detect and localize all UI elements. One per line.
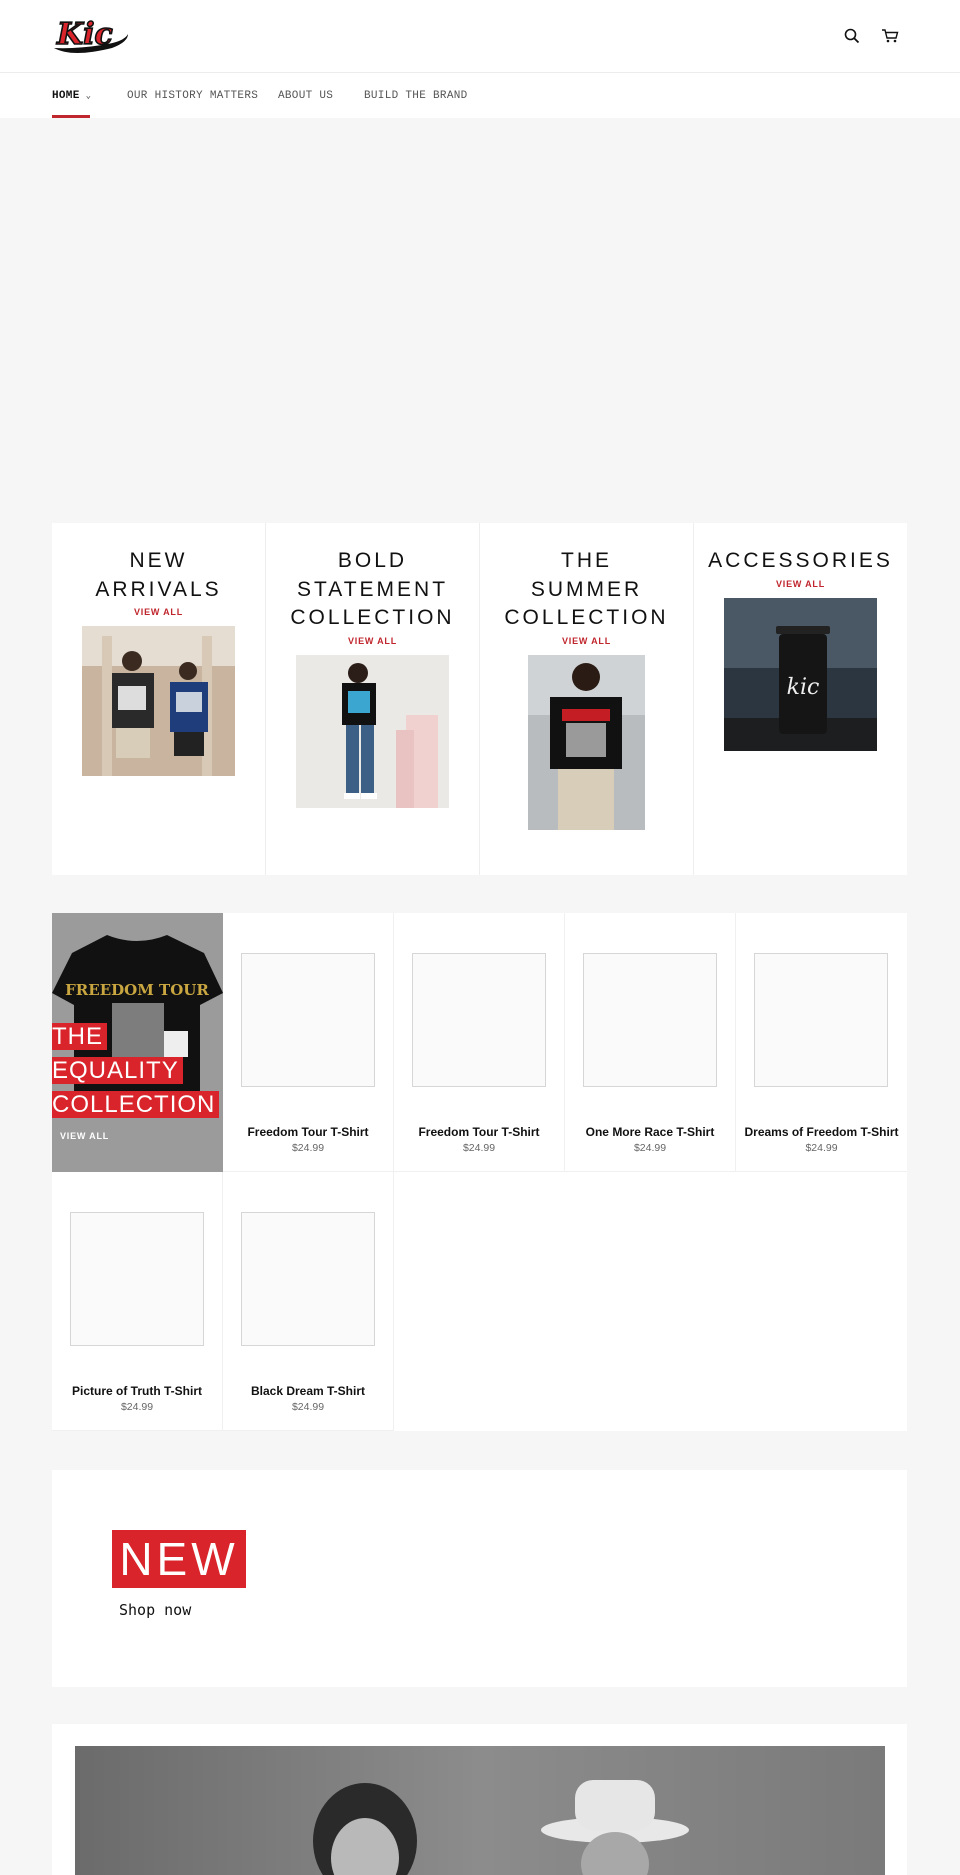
collection-summer[interactable]: THE SUMMER COLLECTION VIEW ALL <box>480 523 694 875</box>
product-card[interactable]: One More Race T-Shirt $24.99 <box>565 913 736 1172</box>
collection-accessories[interactable]: ACCESSORIES VIEW ALL kic <box>694 523 907 875</box>
new-badge[interactable]: NEW <box>112 1530 246 1588</box>
nav-label: HOME <box>52 89 80 102</box>
nav-item-history[interactable]: OUR HISTORY MATTERS <box>127 73 258 118</box>
product-card[interactable]: Freedom Tour T-Shirt $24.99 <box>394 913 565 1172</box>
view-all-link[interactable]: VIEW ALL <box>266 636 479 646</box>
title-line: EQUALITY <box>52 1057 183 1084</box>
shop-now-link[interactable]: Shop now <box>119 1601 191 1619</box>
product-name: Freedom Tour T-Shirt <box>418 1124 540 1139</box>
product-card[interactable]: Picture of Truth T-Shirt $24.99 <box>52 1172 223 1431</box>
collection-image <box>82 626 235 776</box>
product-image-placeholder <box>241 1212 375 1346</box>
product-name: Picture of Truth T-Shirt <box>71 1383 202 1398</box>
product-price: $24.99 <box>805 1142 838 1154</box>
product-card[interactable]: Dreams of Freedom T-Shirt $24.99 <box>736 913 907 1172</box>
nav-label: OUR HISTORY MATTERS <box>127 89 259 102</box>
product-image-placeholder <box>241 953 375 1087</box>
title-line: COLLECTION <box>290 606 455 629</box>
equality-collection-grid: FREEDOM TOUR THE EQUALITY COLLECTION VIE… <box>52 913 907 1431</box>
view-all-link[interactable]: VIEW ALL <box>480 636 693 646</box>
view-all-link[interactable]: VIEW ALL <box>60 1131 109 1141</box>
hero-image <box>75 1746 885 1875</box>
title-line: SUMMER <box>530 577 643 601</box>
product-image-placeholder <box>583 953 717 1087</box>
nav-item-home[interactable]: HOME ⌄ <box>52 73 91 118</box>
cart-icon[interactable] <box>879 25 901 47</box>
nav-label: ABOUT US <box>278 89 334 102</box>
title-line: NEW <box>129 549 188 572</box>
collection-title: BOLD STATEMENT COLLECTION <box>266 547 479 633</box>
featured-collection-title: THE EQUALITY COLLECTION <box>52 1020 223 1122</box>
collection-new-arrivals[interactable]: NEW ARRIVALS VIEW ALL <box>52 523 266 875</box>
product-name: Dreams of Freedom T-Shirt <box>744 1124 899 1139</box>
product-image-placeholder <box>754 953 888 1087</box>
collection-image: kic <box>724 597 877 751</box>
collection-list: NEW ARRIVALS VIEW ALL BOLD STATEMENT COL… <box>52 523 907 875</box>
view-all-link[interactable]: VIEW ALL <box>694 579 907 589</box>
product-name: One More Race T-Shirt <box>585 1124 715 1139</box>
main-nav: HOME ⌄ OUR HISTORY MATTERS ABOUT US BUILD… <box>0 73 960 118</box>
nav-item-build-brand[interactable]: BUILD THE BRAND <box>364 73 468 118</box>
tumbler-brand-text: kic <box>787 675 820 700</box>
brand-logo[interactable]: Kic <box>52 12 130 58</box>
product-card[interactable]: Black Dream T-Shirt $24.99 <box>223 1172 394 1431</box>
product-card[interactable]: Freedom Tour T-Shirt $24.99 <box>223 913 394 1172</box>
hero-section <box>52 1724 907 1875</box>
collection-image <box>296 654 449 808</box>
product-name: Freedom Tour T-Shirt <box>247 1124 369 1139</box>
product-price: $24.99 <box>291 1142 325 1154</box>
shirt-print-text: FREEDOM TOUR <box>65 981 209 999</box>
product-price: $24.99 <box>633 1142 667 1154</box>
featured-collection-card[interactable]: FREEDOM TOUR THE EQUALITY COLLECTION VIE… <box>52 913 223 1172</box>
title-line: ACCESSORIES <box>708 549 893 572</box>
svg-text:Kic: Kic <box>56 17 113 52</box>
title-line: THE <box>52 1023 107 1050</box>
nav-label: BUILD THE BRAND <box>364 89 468 102</box>
title-line: COLLECTION <box>52 1091 220 1118</box>
product-image-placeholder <box>412 953 546 1087</box>
title-line: ARRIVALS <box>95 577 222 601</box>
title-line: THE <box>561 549 612 572</box>
title-line: STATEMENT <box>296 577 449 601</box>
title-line: BOLD <box>337 549 408 572</box>
product-price: $24.99 <box>291 1401 325 1413</box>
search-icon[interactable] <box>841 25 863 47</box>
product-name: Black Dream T-Shirt <box>250 1383 366 1398</box>
chevron-down-icon: ⌄ <box>85 90 92 101</box>
title-line: COLLECTION <box>504 606 669 629</box>
promo-banner: NEW Shop now <box>52 1470 907 1687</box>
product-price: $24.99 <box>120 1401 154 1413</box>
collection-title: THE SUMMER COLLECTION <box>480 547 693 633</box>
view-all-link[interactable]: VIEW ALL <box>52 607 265 617</box>
collection-image <box>528 654 645 830</box>
product-image-placeholder <box>70 1212 204 1346</box>
nav-item-about[interactable]: ABOUT US <box>278 73 333 118</box>
collection-title: NEW ARRIVALS <box>52 547 265 604</box>
collection-title: ACCESSORIES <box>694 547 907 576</box>
active-nav-indicator <box>52 115 90 118</box>
site-header: Kic <box>0 0 960 73</box>
product-price: $24.99 <box>462 1142 496 1154</box>
collection-bold-statement[interactable]: BOLD STATEMENT COLLECTION VIEW ALL <box>266 523 480 875</box>
